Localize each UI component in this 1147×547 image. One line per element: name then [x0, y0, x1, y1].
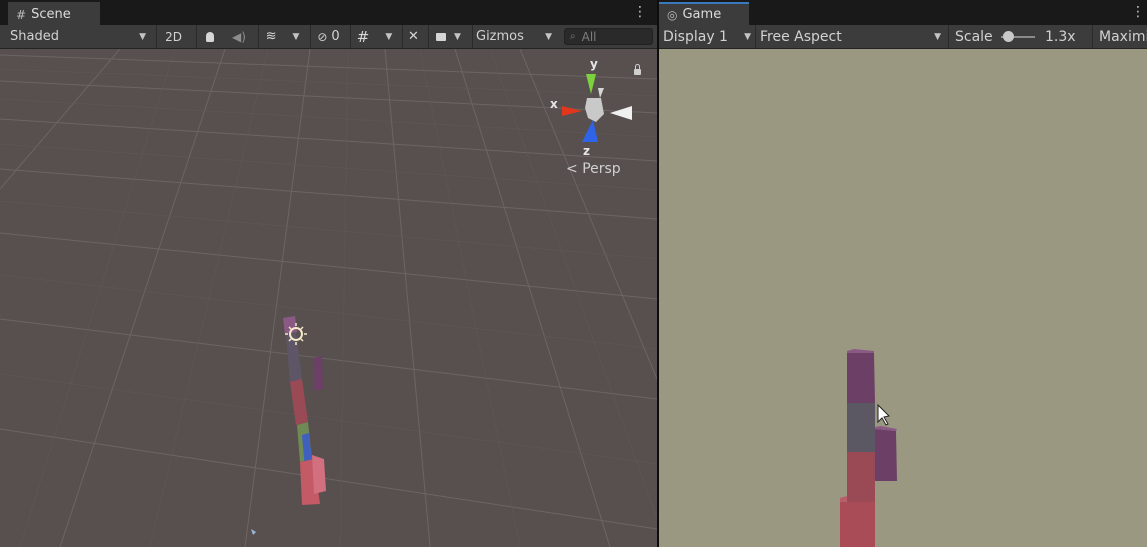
display-dropdown[interactable]: Display 1 ▼: [663, 25, 753, 48]
camera-gizmo-icon[interactable]: [251, 529, 256, 535]
tab-scene-label: Scene: [31, 7, 71, 22]
scene-viewport[interactable]: y x z < Persp: [0, 49, 657, 547]
scale-slider-knob[interactable]: [1003, 31, 1014, 42]
chevron-down-icon: ▼: [744, 31, 751, 42]
chevron-down-icon: ▼: [454, 31, 461, 42]
scene-visibility-toggle[interactable]: ⊘ 0: [310, 25, 346, 48]
aspect-dropdown[interactable]: Free Aspect ▼: [755, 25, 945, 48]
purple-block-top-face: [847, 349, 874, 353]
2d-toggle-button[interactable]: 2D: [156, 25, 190, 48]
chevron-down-icon: ▼: [139, 31, 146, 42]
camera-icon: [436, 32, 447, 41]
speaker-icon: ◀): [232, 29, 246, 44]
chevron-down-icon: ▼: [385, 31, 393, 42]
grid-icon: #: [16, 7, 27, 22]
gizmos-label: Gizmos: [476, 29, 524, 44]
search-placeholder: All: [581, 29, 597, 44]
projection-label: Persp: [582, 161, 621, 177]
shading-mode-value: Shaded: [10, 29, 59, 44]
z-axis-cone[interactable]: [582, 120, 598, 142]
game-panel: ◎ Game ⋮ Display 1 ▼ Free Aspect ▼ Scale…: [659, 0, 1147, 547]
game-toolbar: Display 1 ▼ Free Aspect ▼ Scale 1.3x Max…: [659, 25, 1147, 49]
game-tabbar: ◎ Game ⋮: [659, 0, 1147, 25]
audio-toggle-button[interactable]: ◀): [224, 25, 254, 48]
lock-icon[interactable]: [634, 64, 641, 75]
neg-x-axis-cone[interactable]: [610, 106, 632, 120]
2d-toggle-label: 2D: [165, 29, 182, 44]
scene-panel: # Scene ⋮ Shaded ▼ 2D ◀) ≋ ▼ ⊘ 0 # ▼ ✕ ▼…: [0, 0, 657, 547]
purple-block-side: [875, 429, 897, 481]
x-axis-cone[interactable]: [562, 106, 582, 116]
gizmos-dropdown[interactable]: Gizmos ▼: [472, 25, 556, 48]
mouse-cursor-icon: [877, 403, 891, 426]
lighting-toggle-button[interactable]: [196, 25, 222, 48]
chevron-left-icon: <: [566, 161, 578, 177]
grey-block: [847, 403, 875, 452]
purple-block-top: [847, 353, 875, 403]
center-cube[interactable]: [585, 98, 604, 122]
red-block-upper: [847, 452, 875, 502]
gizmo-x-label: x: [550, 97, 558, 111]
chevron-down-icon: ▼: [934, 31, 941, 42]
grid-snapping-dropdown[interactable]: # ▼: [350, 25, 398, 48]
gamepad-icon: ◎: [667, 7, 678, 22]
scene-tabbar: # Scene ⋮: [0, 0, 657, 25]
scene-search-input[interactable]: ⌕ All: [564, 28, 653, 45]
tools-button[interactable]: ✕: [402, 25, 424, 48]
projection-toggle[interactable]: < Persp: [566, 161, 621, 177]
tab-game[interactable]: ◎ Game: [659, 2, 749, 25]
eye-hidden-icon: ⊘: [317, 29, 328, 44]
red-block-lower: [840, 502, 875, 547]
purple-block-side[interactable]: [313, 356, 323, 391]
chevron-down-icon: ▼: [292, 31, 300, 42]
shading-mode-dropdown[interactable]: Shaded ▼: [10, 25, 150, 48]
neg-y-axis-cone[interactable]: [598, 88, 604, 98]
aspect-value: Free Aspect: [760, 28, 842, 45]
layers-icon: ≋: [265, 29, 277, 44]
lightbulb-icon: [205, 31, 214, 42]
gizmo-z-label: z: [583, 144, 590, 158]
search-icon: ⌕: [570, 31, 576, 42]
y-axis-cone[interactable]: [586, 74, 596, 94]
hidden-objects-count: 0: [331, 29, 340, 44]
kebab-menu-icon[interactable]: ⋮: [633, 4, 647, 20]
chevron-down-icon: ▼: [545, 31, 552, 42]
maximize-label: Maximi: [1099, 28, 1147, 45]
scale-label: Scale: [955, 28, 993, 45]
wrench-cross-icon: ✕: [408, 29, 419, 44]
camera-dropdown[interactable]: ▼: [428, 25, 468, 48]
effects-dropdown[interactable]: ≋ ▼: [258, 25, 306, 48]
tab-scene[interactable]: # Scene: [8, 2, 100, 25]
red-block-upper[interactable]: [290, 379, 308, 425]
grid-snap-icon: #: [356, 27, 370, 46]
kebab-menu-icon[interactable]: ⋮: [1131, 4, 1145, 20]
scene-toolbar: Shaded ▼ 2D ◀) ≋ ▼ ⊘ 0 # ▼ ✕ ▼ Gizmos ▼ …: [0, 25, 657, 49]
red-block-front[interactable]: [312, 455, 326, 494]
gizmo-y-label: y: [590, 57, 598, 71]
game-viewport[interactable]: [659, 49, 1147, 547]
maximize-toggle[interactable]: Maximi: [1092, 25, 1147, 48]
orientation-gizmo[interactable]: [552, 62, 642, 152]
red-block-lower-top: [840, 496, 847, 502]
scale-value: 1.3x: [1045, 28, 1076, 45]
display-value: Display 1: [663, 28, 728, 45]
scale-control: Scale 1.3x: [948, 25, 1092, 48]
tab-game-label: Game: [682, 7, 722, 22]
game-objects: [840, 349, 897, 547]
